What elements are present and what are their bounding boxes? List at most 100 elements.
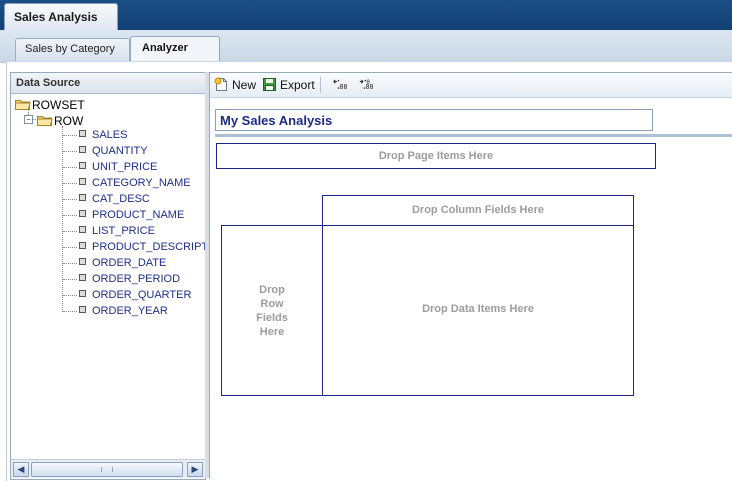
tree-connector — [63, 183, 77, 184]
increase-decimal-button[interactable]: 0 00 — [358, 76, 376, 94]
field-label: QUANTITY — [92, 145, 148, 157]
tree-connector — [63, 263, 77, 264]
field-icon — [79, 210, 86, 217]
data-source-title: Data Source — [16, 77, 81, 89]
folder-icon — [15, 100, 31, 110]
tab-label: Sales by Category — [25, 43, 115, 55]
drop-row-line: Drop — [259, 284, 285, 296]
tree-node-rowset[interactable]: ROWSET — [15, 98, 85, 112]
data-source-tree: ROWSET − ROW SALES QUANTITY UNIT_PRICE C… — [11, 94, 205, 458]
tree-connector — [63, 215, 77, 216]
data-source-panel: Data Source ROWSET − ROW SALES QUANTITY … — [10, 72, 206, 480]
app-title: Sales Analysis — [14, 10, 98, 24]
tree-connector — [63, 135, 77, 136]
field-order-year[interactable]: ORDER_YEAR — [79, 305, 168, 317]
drop-column-fields-zone[interactable]: Drop Column Fields Here — [322, 195, 634, 226]
drop-row-line: Fields — [256, 312, 288, 324]
drop-data-items-label: Drop Data Items Here — [422, 303, 534, 315]
field-label: UNIT_PRICE — [92, 161, 158, 173]
scroll-right-icon[interactable]: ▶ — [187, 462, 203, 477]
app-title-tab: Sales Analysis — [4, 3, 118, 31]
field-list-price[interactable]: LIST_PRICE — [79, 225, 155, 237]
field-icon — [79, 146, 86, 153]
tree-connector — [63, 279, 77, 280]
svg-text:00: 00 — [366, 83, 374, 91]
field-icon — [79, 130, 86, 137]
field-label: ORDER_QUARTER — [92, 289, 192, 301]
drop-row-fields-zone[interactable]: Drop Row Fields Here — [221, 225, 323, 396]
export-label: Export — [280, 78, 315, 92]
svg-text:00: 00 — [340, 83, 348, 91]
field-label: PRODUCT_DESCRIPTIO — [92, 241, 205, 253]
field-cat-desc[interactable]: CAT_DESC — [79, 193, 150, 205]
export-icon — [263, 78, 276, 91]
field-icon — [79, 274, 86, 281]
field-order-period[interactable]: ORDER_PERIOD — [79, 273, 180, 285]
drop-data-items-zone[interactable]: Drop Data Items Here — [322, 225, 634, 396]
field-label: ORDER_YEAR — [92, 305, 168, 317]
scroll-thumb[interactable] — [31, 462, 183, 477]
tree-node-label: ROWSET — [32, 98, 85, 112]
tree-node-label: ROW — [54, 114, 84, 128]
tree-connector — [63, 151, 77, 152]
analyzer-panel: New Export 00 0 00 My Sales Analysis Dro… — [209, 72, 732, 479]
new-button[interactable]: New — [214, 76, 258, 94]
scroll-grip — [101, 467, 113, 472]
field-category-name[interactable]: CATEGORY_NAME — [79, 177, 191, 189]
tab-strip: Sales by Category Analyzer — [0, 30, 732, 63]
new-icon — [214, 77, 227, 91]
drop-page-items-label: Drop Page Items Here — [378, 150, 494, 162]
field-product-description[interactable]: PRODUCT_DESCRIPTIO — [79, 241, 205, 253]
analysis-title-field[interactable]: My Sales Analysis — [215, 109, 653, 131]
tree-connector — [63, 247, 77, 248]
drop-row-fields-label: Drop Row Fields Here — [222, 283, 322, 339]
title-divider — [215, 134, 732, 137]
analyzer-toolbar: New Export 00 0 00 — [210, 73, 732, 98]
field-label: LIST_PRICE — [92, 225, 155, 237]
field-icon — [79, 306, 86, 313]
horizontal-scrollbar[interactable]: ◀ ▶ — [11, 459, 205, 478]
drop-row-line: Here — [259, 326, 285, 338]
field-order-quarter[interactable]: ORDER_QUARTER — [79, 289, 191, 301]
collapse-toggle[interactable]: − — [24, 115, 33, 124]
tree-connector — [63, 295, 77, 296]
tree-connector — [62, 126, 63, 312]
field-unit-price[interactable]: UNIT_PRICE — [79, 161, 157, 173]
field-icon — [79, 258, 86, 265]
field-quantity[interactable]: QUANTITY — [79, 145, 148, 157]
drop-row-line: Row — [260, 298, 284, 310]
field-label: CAT_DESC — [92, 193, 150, 205]
tab-label: Analyzer — [142, 42, 188, 54]
field-icon — [79, 194, 86, 201]
field-label: PRODUCT_NAME — [92, 209, 185, 221]
folder-icon — [37, 116, 53, 126]
tree-connector — [63, 311, 77, 312]
export-button[interactable]: Export — [262, 76, 318, 94]
tree-connector — [63, 167, 77, 168]
tab-sales-by-category[interactable]: Sales by Category — [15, 38, 130, 61]
field-icon — [79, 162, 86, 169]
field-product-name[interactable]: PRODUCT_NAME — [79, 209, 184, 221]
analysis-title: My Sales Analysis — [220, 113, 333, 128]
increase-decimal-icon: 0 00 — [359, 79, 374, 91]
field-label: CATEGORY_NAME — [92, 177, 191, 189]
new-label: New — [232, 78, 257, 92]
data-source-header: Data Source — [11, 73, 205, 94]
field-sales[interactable]: SALES — [79, 129, 127, 141]
tab-analyzer[interactable]: Analyzer — [130, 36, 220, 61]
tree-connector — [63, 231, 77, 232]
drop-page-items-zone[interactable]: Drop Page Items Here — [216, 143, 656, 169]
drop-column-fields-label: Drop Column Fields Here — [411, 204, 545, 216]
field-icon — [79, 178, 86, 185]
field-label: ORDER_PERIOD — [92, 273, 181, 285]
tree-connector — [63, 199, 77, 200]
scroll-left-icon[interactable]: ◀ — [13, 462, 29, 477]
tree-node-row[interactable]: ROW — [37, 114, 83, 128]
field-order-date[interactable]: ORDER_DATE — [79, 257, 166, 269]
field-label: SALES — [92, 129, 128, 141]
field-icon — [79, 242, 86, 249]
field-label: ORDER_DATE — [92, 257, 167, 269]
field-icon — [79, 290, 86, 297]
decrease-decimal-button[interactable]: 00 — [332, 76, 350, 94]
field-icon — [79, 226, 86, 233]
